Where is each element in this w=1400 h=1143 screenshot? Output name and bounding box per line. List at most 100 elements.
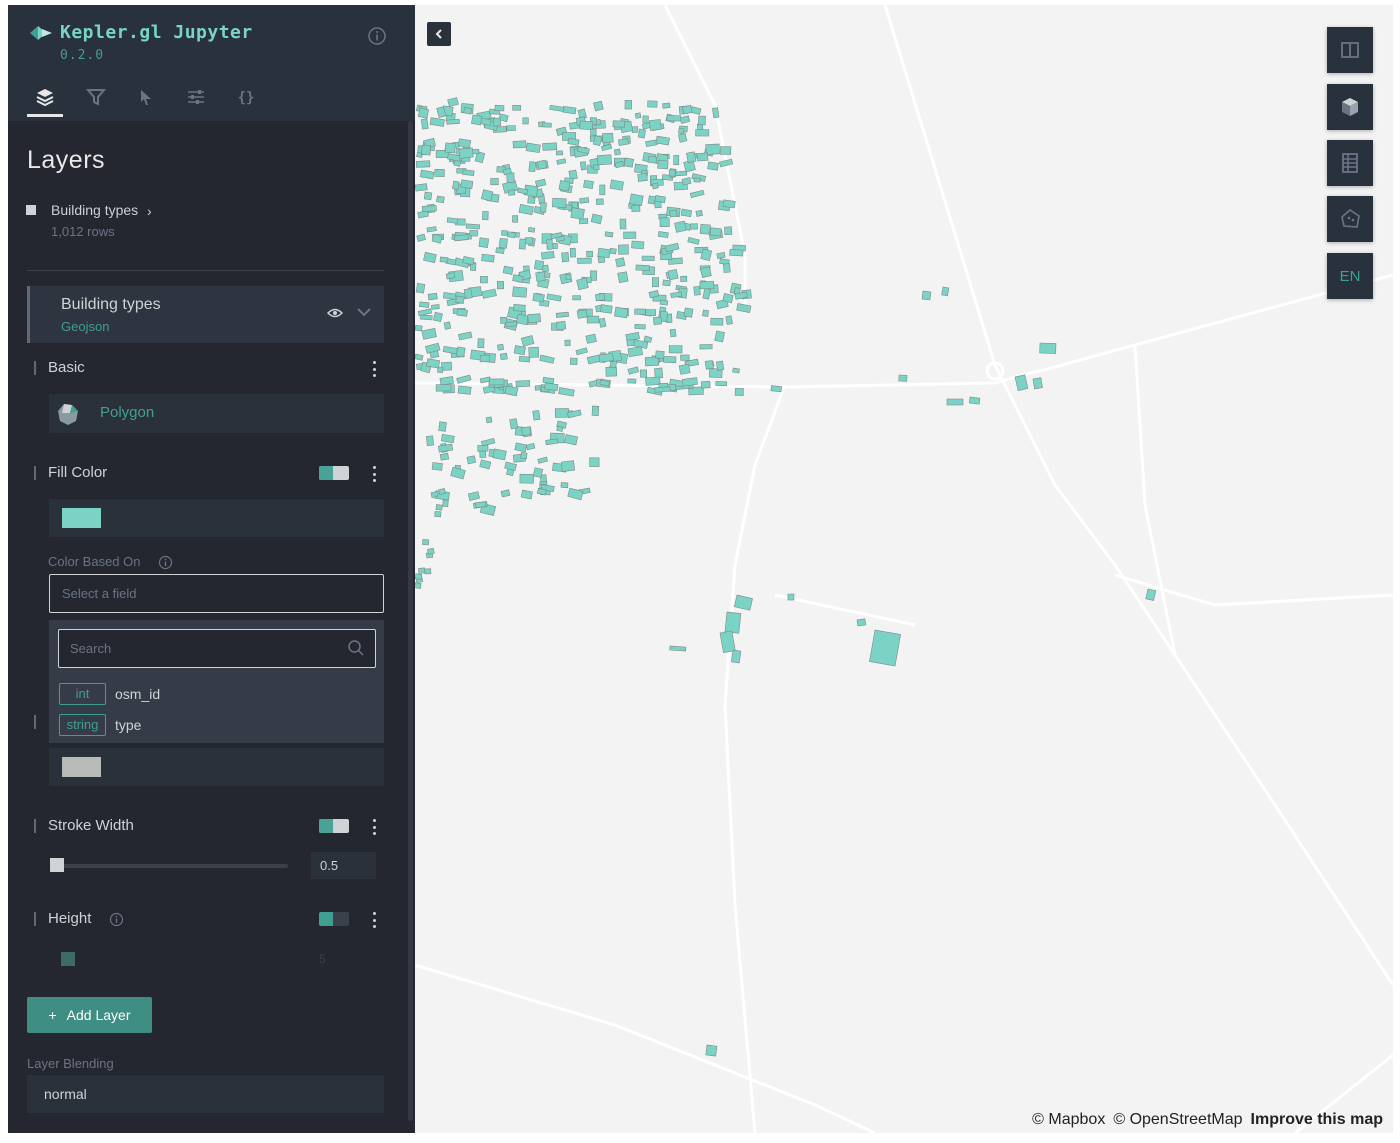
stroke-color-picker[interactable] <box>49 748 384 786</box>
roads <box>415 5 1393 1133</box>
stroke-color-swatch[interactable] <box>62 757 101 777</box>
info-icon[interactable] <box>158 555 173 570</box>
color-field-select[interactable]: Select a field <box>49 574 384 613</box>
group-indicator <box>34 912 36 926</box>
field-option[interactable]: string type <box>59 714 375 738</box>
layer-type-label: Polygon <box>100 404 155 421</box>
tab-filters[interactable] <box>78 85 114 117</box>
info-icon[interactable] <box>109 912 124 927</box>
group-indicator <box>34 361 36 375</box>
language-button[interactable]: EN <box>1327 253 1373 299</box>
group-indicator <box>34 715 36 729</box>
search-placeholder: Search <box>70 641 112 656</box>
3d-view-button[interactable] <box>1327 84 1373 130</box>
add-layer-button[interactable]: + Add Layer <box>27 997 152 1033</box>
tab-layers[interactable] <box>27 85 63 117</box>
braces-icon: {} <box>238 90 255 106</box>
chevron-down-icon[interactable] <box>356 304 372 320</box>
height-label: Height <box>48 910 92 927</box>
field-option[interactable]: int osm_id <box>59 683 375 707</box>
polygon-draw-icon <box>1341 208 1360 228</box>
fill-color-label: Fill Color <box>48 464 108 481</box>
panel-header: Kepler.gl Jupyter 0.2.0 {} <box>8 5 415 121</box>
color-field-placeholder: Select a field <box>62 586 137 601</box>
search-icon <box>348 640 364 656</box>
map-attribution: © Mapbox © OpenStreetMap Improve this ma… <box>1032 1111 1383 1129</box>
tab-interactions[interactable] <box>128 85 164 117</box>
plus-icon: + <box>48 1007 57 1023</box>
group-indicator <box>34 819 36 833</box>
info-icon[interactable] <box>367 26 387 46</box>
filter-icon <box>86 89 106 106</box>
app-version: 0.2.0 <box>60 48 105 63</box>
stroke-width-slider-track[interactable] <box>56 864 288 868</box>
language-label: EN <box>1339 267 1361 285</box>
draw-polygon-button[interactable] <box>1327 196 1373 242</box>
field-dropdown: Search int osm_id string type <box>49 620 384 743</box>
height-slider-handle[interactable] <box>61 952 75 966</box>
map-layer[interactable] <box>415 5 1393 1133</box>
sliders-icon <box>188 90 204 104</box>
layer-name[interactable]: Building types <box>61 296 161 314</box>
kepler-logo-icon <box>30 26 52 40</box>
eye-icon[interactable] <box>327 307 343 319</box>
layer-blending-select[interactable]: normal <box>27 1075 384 1113</box>
layer-panel: Layers Building types › 1,012 rows Build… <box>8 121 408 1133</box>
stroke-width-slider-handle[interactable] <box>50 858 64 872</box>
building-polygons <box>415 97 1157 1057</box>
dataset-name[interactable]: Building types <box>51 202 138 218</box>
height-value: 5 <box>319 952 326 966</box>
polygon-layer-icon <box>58 404 78 425</box>
field-name: osm_id <box>115 686 161 702</box>
stroke-toggle[interactable] <box>319 819 349 833</box>
layers-icon <box>36 89 54 107</box>
stroke-width-input[interactable]: 0.5 <box>311 852 376 879</box>
chevron-left-icon <box>435 29 442 39</box>
section-title: Layers <box>27 146 106 174</box>
add-layer-label: Add Layer <box>66 1007 131 1023</box>
fill-color-toggle[interactable] <box>319 466 349 480</box>
more-options-icon[interactable] <box>370 819 378 835</box>
split-map-button[interactable] <box>1327 27 1373 73</box>
map-canvas[interactable]: EN © Mapbox © OpenStreetMap Improve this… <box>415 5 1393 1133</box>
height-toggle[interactable] <box>319 912 349 926</box>
field-type-tag: string <box>59 714 106 736</box>
layer-blending-label: Layer Blending <box>27 1056 114 1071</box>
osm-attribution-link[interactable]: © OpenStreetMap <box>1113 1111 1242 1129</box>
more-options-icon[interactable] <box>370 361 378 377</box>
panel-scrollbar[interactable] <box>408 121 413 1121</box>
cube-icon <box>1342 98 1358 116</box>
chevron-right-icon[interactable]: › <box>147 203 152 219</box>
tab-config[interactable]: {} <box>228 85 264 117</box>
side-panel: Kepler.gl Jupyter 0.2.0 {} Layers Buildi… <box>8 5 415 1133</box>
stroke-width-value: 0.5 <box>320 858 339 873</box>
layer-blending-value: normal <box>44 1086 87 1102</box>
search-input[interactable]: Search <box>58 629 376 668</box>
legend-icon <box>1342 153 1358 173</box>
app-title: Kepler.gl Jupyter <box>60 22 253 43</box>
layer-type-selector[interactable]: Polygon <box>49 394 384 433</box>
more-options-icon[interactable] <box>370 912 378 928</box>
stroke-width-label: Stroke Width <box>48 817 134 834</box>
legend-button[interactable] <box>1327 140 1373 186</box>
tab-base-map[interactable] <box>178 85 214 117</box>
mapbox-attribution-link[interactable]: © Mapbox <box>1032 1111 1105 1129</box>
field-name: type <box>115 717 142 733</box>
fill-color-swatch[interactable] <box>62 508 101 528</box>
layer-type: Geojson <box>61 319 110 334</box>
cursor-icon <box>141 90 151 105</box>
divider <box>27 270 384 271</box>
group-indicator <box>34 466 36 480</box>
svg-text:{}: {} <box>238 90 255 106</box>
more-options-icon[interactable] <box>370 466 378 482</box>
fill-color-picker[interactable] <box>49 499 384 537</box>
field-type-tag: int <box>59 683 106 705</box>
basic-label: Basic <box>48 359 85 376</box>
color-based-on-label: Color Based On <box>48 554 141 569</box>
dataset-color-square <box>26 205 36 215</box>
split-map-icon <box>1341 42 1359 58</box>
dataset-row-count: 1,012 rows <box>51 224 115 239</box>
collapse-panel-button[interactable] <box>427 22 451 46</box>
improve-map-link[interactable]: Improve this map <box>1251 1111 1383 1129</box>
layer-header[interactable]: Building types Geojson <box>27 286 384 343</box>
